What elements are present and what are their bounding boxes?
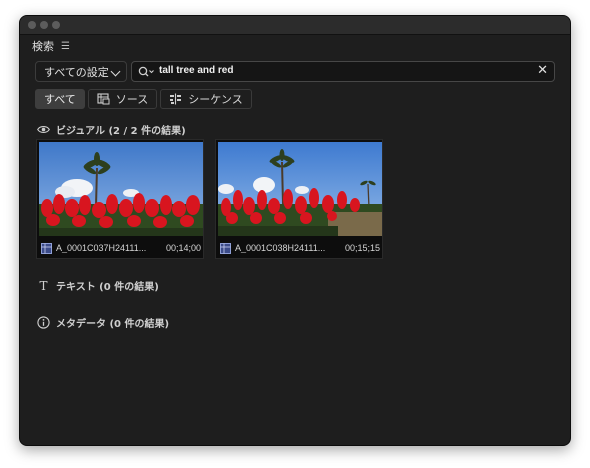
source-clip-icon (41, 242, 52, 254)
clear-search-icon[interactable]: ✕ (537, 64, 548, 78)
result-card[interactable]: A_0001C038H24111... 00;15;15 (215, 139, 383, 259)
clip-name: A_0001C038H24111... (235, 243, 326, 253)
section-metadata-label: メタデータ (0 件の結果) (56, 319, 170, 330)
search-input[interactable]: tall tree and red (159, 65, 233, 76)
tab-source-label: ソース (115, 93, 149, 106)
search-icon (138, 66, 154, 77)
minimize-window-button[interactable] (40, 21, 48, 29)
section-visual-label: ビジュアル (2 / 2 件の結果) (56, 126, 186, 137)
eye-icon (37, 126, 50, 133)
tab-sequence[interactable]: シーケンス (160, 89, 252, 109)
info-icon (37, 316, 50, 329)
title-bar (20, 16, 570, 35)
result-card-footer: A_0001C038H24111... 00;15;15 (220, 239, 380, 257)
panel-title: 検索 (32, 40, 54, 53)
search-field[interactable]: tall tree and red ✕ (131, 61, 555, 82)
text-type-icon: T (39, 278, 48, 293)
close-window-button[interactable] (28, 21, 36, 29)
result-card-footer: A_0001C037H24111... 00;14;00 (41, 239, 201, 257)
tab-all[interactable]: すべて (35, 89, 85, 109)
tab-sequence-label: シーケンス (188, 93, 243, 106)
clip-duration: 00;15;15 (344, 243, 380, 253)
hamburger-menu-icon[interactable]: ☰ (61, 41, 70, 52)
tab-all-label: すべて (44, 93, 76, 106)
section-visual-header[interactable]: ビジュアル (2 / 2 件の結果) (37, 122, 186, 137)
section-metadata-header[interactable]: メタデータ (0 件の結果) (37, 315, 169, 330)
sequence-icon (170, 93, 182, 105)
panel-header: 検索 ☰ (32, 38, 70, 54)
chevron-down-icon (110, 66, 121, 77)
section-text-label: テキスト (0 件の結果) (56, 282, 159, 293)
clip-duration: 00;14;00 (165, 243, 201, 253)
search-panel-window: 検索 ☰ すべての設定 tall tree and red ✕ すべて ソース (19, 15, 571, 446)
scope-dropdown[interactable]: すべての設定 (35, 61, 127, 82)
scope-dropdown-value: すべての設定 (44, 65, 109, 79)
filter-tabs: すべて ソース シーケンス (35, 89, 252, 109)
source-clip-icon (220, 242, 231, 254)
result-card[interactable]: A_0001C037H24111... 00;14;00 (36, 139, 204, 259)
section-text-header[interactable]: T テキスト (0 件の結果) (37, 278, 159, 294)
result-thumbnail (39, 142, 203, 236)
result-thumbnail (218, 142, 382, 236)
tab-source[interactable]: ソース (87, 89, 158, 109)
source-clip-icon (97, 93, 110, 105)
zoom-window-button[interactable] (52, 21, 60, 29)
clip-name: A_0001C037H24111... (56, 243, 147, 253)
